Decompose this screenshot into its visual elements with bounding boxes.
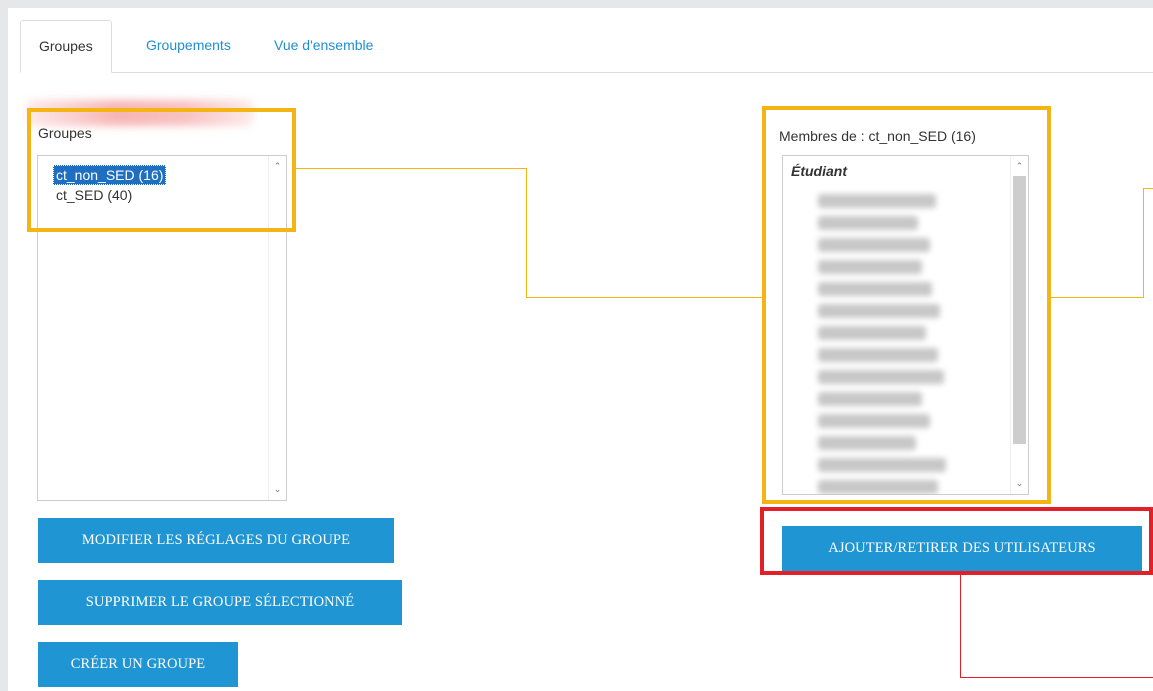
- connector-line: [1143, 188, 1153, 189]
- edit-group-button[interactable]: MODIFIER LES RÉGLAGES DU GROUPE: [38, 518, 394, 563]
- connector-line: [526, 297, 762, 298]
- delete-group-button[interactable]: SUPPRIMER LE GROUPE SÉLECTIONNÉ: [38, 580, 402, 625]
- tab-vue-ensemble[interactable]: Vue d'ensemble: [256, 20, 391, 72]
- connector-line: [1051, 297, 1144, 298]
- connector-line: [960, 677, 1153, 678]
- groups-highlight-box: [27, 108, 296, 232]
- page: Groupes Groupements Vue d'ensemble Group…: [8, 8, 1153, 691]
- connector-line: [1143, 188, 1144, 298]
- connector-line: [960, 575, 961, 678]
- chevron-down-icon[interactable]: ⌄: [269, 481, 286, 498]
- connector-line: [526, 168, 527, 297]
- tab-groupes[interactable]: Groupes: [20, 20, 112, 73]
- members-highlight-box: [762, 106, 1051, 504]
- tab-bar: Groupes Groupements Vue d'ensemble: [20, 20, 1153, 73]
- add-users-highlight-box: [760, 507, 1153, 575]
- tab-groupements[interactable]: Groupements: [128, 20, 249, 72]
- connector-line: [296, 168, 527, 169]
- create-group-button[interactable]: CRÉER UN GROUPE: [38, 642, 238, 687]
